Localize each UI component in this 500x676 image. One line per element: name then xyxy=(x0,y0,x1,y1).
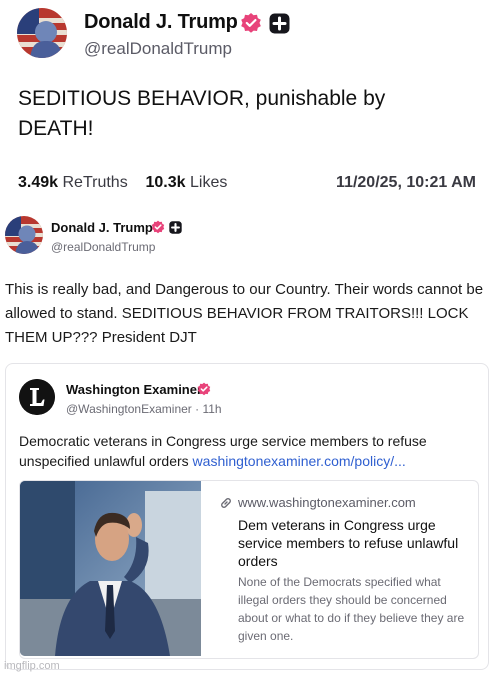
post-body: SEDITIOUS BEHAVIOR, punishable by DEATH! xyxy=(18,87,386,140)
author-handle[interactable]: @realDonaldTrump xyxy=(84,39,232,59)
likes-label[interactable]: Likes xyxy=(190,174,227,191)
author-name[interactable]: Donald J. Trump xyxy=(84,11,238,34)
plus-badge-icon xyxy=(169,221,182,234)
quoted-link[interactable]: washingtonexaminer.com/policy/... xyxy=(193,453,406,469)
verified-badge-icon xyxy=(197,382,211,396)
author-avatar[interactable] xyxy=(17,8,67,58)
link-icon xyxy=(219,496,233,510)
inner-author-name[interactable]: Donald J. Trump xyxy=(51,220,153,235)
post-timestamp[interactable]: 11/20/25, 10:21 AM xyxy=(336,174,476,192)
inner-author-handle[interactable]: @realDonaldTrump xyxy=(51,240,155,254)
link-preview-image[interactable] xyxy=(20,481,201,656)
verified-badge-icon xyxy=(240,12,262,34)
quoted-source-name[interactable]: Washington Examiner xyxy=(66,382,202,397)
washington-examiner-logo[interactable] xyxy=(19,379,55,415)
retruths-label[interactable]: ReTruths xyxy=(63,174,128,191)
verified-badge-icon xyxy=(151,220,165,234)
retruths-count[interactable]: 3.49k xyxy=(18,174,58,191)
quoted-handle-time[interactable]: @WashingtonExaminer · 11h xyxy=(66,402,222,416)
link-preview-title[interactable]: Dem veterans in Congress urge service me… xyxy=(238,516,468,570)
quoted-text: Democratic veterans in Congress urge ser… xyxy=(19,431,469,471)
link-preview-description: None of the Democrats specified what ill… xyxy=(238,575,465,643)
inner-author-avatar[interactable] xyxy=(5,216,43,254)
plus-badge-icon xyxy=(269,13,290,34)
link-preview-domain[interactable]: www.washingtonexaminer.com xyxy=(238,495,416,510)
watermark: imgflip.com xyxy=(4,660,60,672)
inner-post-body: This is really bad, and Dangerous to our… xyxy=(5,281,484,346)
likes-count[interactable]: 10.3k xyxy=(145,174,185,191)
post-stats: 3.49k ReTruths 10.3k Likes xyxy=(18,174,227,192)
